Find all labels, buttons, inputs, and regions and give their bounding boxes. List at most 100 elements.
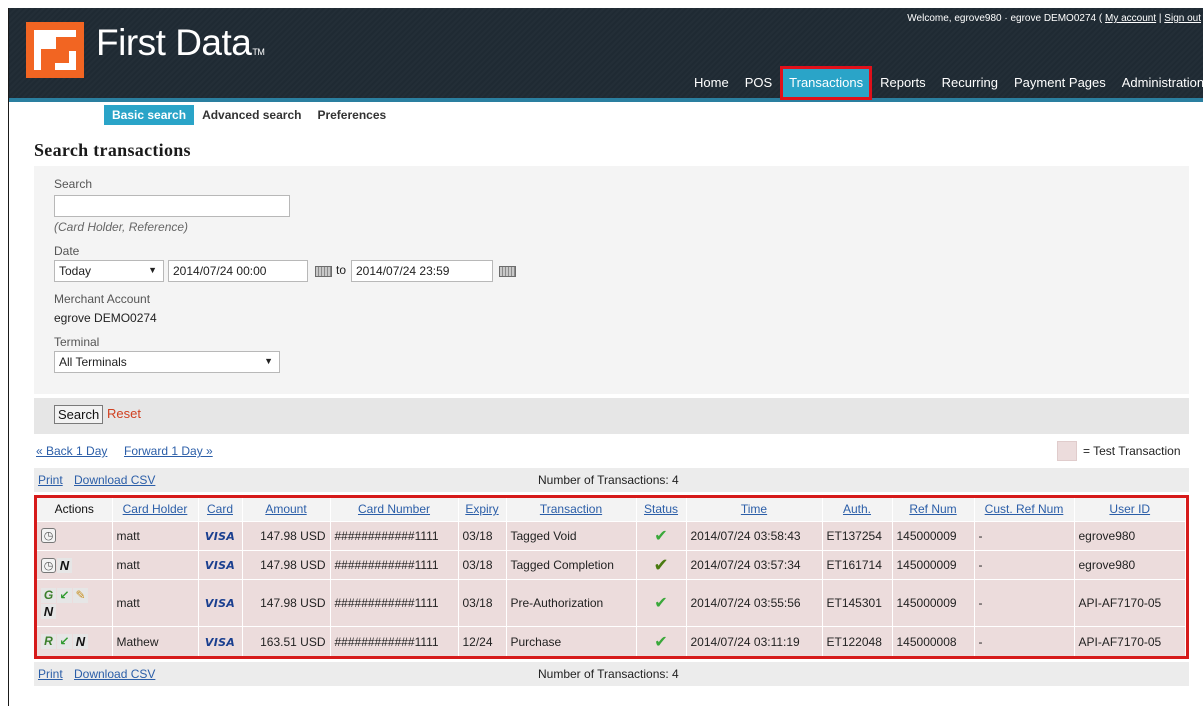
col-cust-ref-num[interactable]: Cust. Ref Num (974, 498, 1075, 521)
table-row[interactable]: R ↙ N Mathew VISA 163.51 USD ############1… (37, 626, 1186, 656)
cell-expiry: 03/18 (458, 579, 507, 627)
cell-card-number: ############1111 (330, 549, 459, 580)
brand-name: First DataTM (96, 22, 265, 64)
g-action-icon[interactable]: G (41, 588, 56, 604)
calendar-icon[interactable] (499, 266, 516, 277)
cell-status: ✔ (636, 579, 687, 627)
brand-text: First Data (96, 22, 252, 63)
col-auth[interactable]: Auth. (822, 498, 893, 521)
print-link[interactable]: Print (38, 473, 63, 487)
cell-cust-ref: - (974, 520, 1075, 551)
n-action-icon[interactable]: N (57, 557, 72, 573)
col-transaction[interactable]: Transaction (506, 498, 637, 521)
cell-time: 2014/07/24 03:11:19 (686, 626, 823, 656)
cell-ref-num: 145000009 (892, 549, 975, 580)
n-action-icon[interactable]: N (73, 634, 88, 650)
reset-link[interactable]: Reset (107, 406, 141, 421)
check-icon: ✔ (654, 633, 668, 651)
back-1-day-link[interactable]: « Back 1 Day (36, 444, 107, 458)
cell-user-id: egrove980 (1074, 520, 1186, 551)
nav-payment-pages[interactable]: Payment Pages (1006, 66, 1114, 100)
transactions-table: Actions Card Holder Card Amount Card Num… (34, 495, 1189, 659)
visa-icon: VISA (204, 559, 236, 573)
cell-cust-ref: - (974, 626, 1075, 656)
table-header-row: Actions Card Holder Card Amount Card Num… (37, 498, 1186, 521)
print-link-bottom[interactable]: Print (38, 667, 63, 681)
col-status[interactable]: Status (636, 498, 687, 521)
cell-auth: ET161714 (822, 549, 893, 580)
col-card-holder[interactable]: Card Holder (112, 498, 199, 521)
terminal-select[interactable]: All Terminals ▼ (54, 351, 280, 373)
terminal-value: All Terminals (59, 355, 127, 369)
forward-1-day-link[interactable]: Forward 1 Day » (124, 444, 213, 458)
transaction-count: Number of Transactions: 4 (538, 473, 679, 487)
cell-cust-ref: - (974, 549, 1075, 580)
table-row[interactable]: G ↙ ✎ N matt VISA 147.98 USD ############11… (37, 579, 1186, 627)
nav-reports[interactable]: Reports (872, 66, 934, 100)
my-account-link[interactable]: My account (1105, 13, 1156, 24)
cell-ref-num: 145000009 (892, 579, 975, 627)
check-icon: ✔ (654, 527, 668, 545)
col-card[interactable]: Card (198, 498, 243, 521)
calendar-icon[interactable] (315, 266, 332, 277)
cell-card-number: ############1111 (330, 626, 459, 656)
col-user-id[interactable]: User ID (1074, 498, 1186, 521)
terminal-label: Terminal (54, 335, 100, 349)
search-button[interactable]: Search (54, 405, 104, 424)
cell-status: ✔ (636, 520, 687, 551)
tab-basic-search[interactable]: Basic search (104, 105, 195, 125)
cell-card: VISA (198, 549, 243, 580)
date-label: Date (54, 244, 80, 258)
nav-pos[interactable]: POS (737, 66, 780, 100)
first-data-logo-icon (26, 22, 84, 78)
test-transaction-swatch (1057, 441, 1077, 461)
nav-transactions[interactable]: Transactions (780, 66, 873, 100)
chevron-down-icon: ▼ (264, 356, 273, 366)
arrow-action-icon[interactable]: ↙ (57, 634, 72, 650)
merchant-label: Merchant Account (54, 292, 151, 306)
col-card-number[interactable]: Card Number (330, 498, 459, 521)
col-expiry[interactable]: Expiry (458, 498, 507, 521)
check-icon: ✔ (654, 595, 668, 613)
check-icon: ✔ (653, 554, 669, 575)
welcome-separator: | (1158, 13, 1162, 24)
page-title: Search transactions (34, 140, 191, 160)
cell-card: VISA (198, 520, 243, 551)
pencil-icon[interactable]: ✎ (73, 588, 88, 604)
cell-amount: 163.51 USD (242, 626, 331, 656)
cell-card: VISA (198, 626, 243, 656)
col-time[interactable]: Time (686, 498, 823, 521)
date-from-input[interactable]: 2014/07/24 00:00 (168, 260, 308, 282)
sign-out-link[interactable]: Sign out (1164, 13, 1201, 24)
table-row[interactable]: ◷ matt VISA 147.98 USD ############1111 … (37, 520, 1186, 551)
tab-advanced-search[interactable]: Advanced search (194, 105, 309, 125)
cell-transaction: Tagged Void (506, 520, 637, 551)
cell-amount: 147.98 USD (242, 549, 331, 580)
nav-recurring[interactable]: Recurring (934, 66, 1006, 100)
col-amount[interactable]: Amount (242, 498, 331, 521)
download-csv-link[interactable]: Download CSV (74, 473, 155, 487)
date-range-select[interactable]: Today ▼ (54, 260, 164, 282)
col-ref-num[interactable]: Ref Num (892, 498, 975, 521)
top-border (0, 0, 1203, 8)
nav-home[interactable]: Home (686, 66, 737, 100)
date-to-input[interactable]: 2014/07/24 23:59 (351, 260, 493, 282)
nav-administration[interactable]: Administration (1114, 66, 1203, 100)
tab-preferences[interactable]: Preferences (309, 105, 394, 125)
n-action-icon[interactable]: N (41, 603, 56, 619)
search-input[interactable] (54, 195, 290, 217)
r-action-icon[interactable]: R (41, 634, 56, 650)
arrow-action-icon[interactable]: ↙ (57, 588, 72, 604)
table-row[interactable]: ◷ N matt VISA 147.98 USD ############1111… (37, 549, 1186, 580)
cell-auth: ET145301 (822, 579, 893, 627)
cell-card-holder: matt (112, 520, 199, 551)
clock-icon[interactable]: ◷ (41, 557, 56, 573)
row-actions: ◷ N (37, 549, 113, 580)
cell-user-id: API-AF7170-05 (1074, 579, 1186, 627)
cell-amount: 147.98 USD (242, 579, 331, 627)
transaction-count-bottom: Number of Transactions: 4 (538, 667, 679, 681)
clock-icon[interactable]: ◷ (41, 528, 56, 544)
download-csv-link-bottom[interactable]: Download CSV (74, 667, 155, 681)
cell-transaction: Pre-Authorization (506, 579, 637, 627)
cell-expiry: 03/18 (458, 520, 507, 551)
